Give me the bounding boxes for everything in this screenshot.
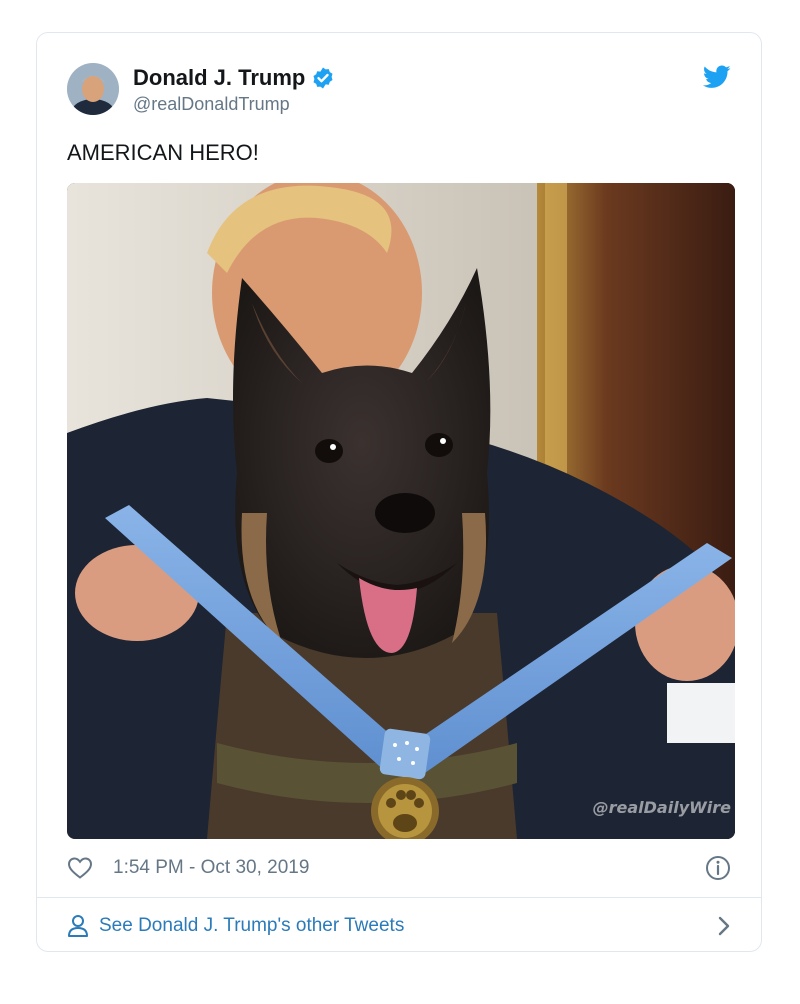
tweet-text: AMERICAN HERO! (67, 140, 259, 165)
media-illustration (67, 183, 735, 839)
verified-badge-icon (313, 67, 333, 89)
person-icon (68, 915, 88, 937)
media-watermark: @realDailyWire (592, 798, 731, 817)
tweet-meta-row: 1:54 PM - Oct 30, 2019 (67, 853, 731, 883)
heart-icon[interactable] (67, 856, 93, 880)
avatar-image (67, 63, 119, 115)
tweet-card: Donald J. Trump @realDonaldTrump AMERICA… (36, 32, 762, 952)
author-name-row: Donald J. Trump (133, 65, 335, 91)
tweet-media-image[interactable]: @realDailyWire (67, 183, 735, 839)
footer-divider (37, 897, 761, 898)
author-handle[interactable]: @realDonaldTrump (133, 93, 335, 115)
chevron-right-icon[interactable] (717, 915, 731, 937)
tweet-header: Donald J. Trump @realDonaldTrump (67, 63, 731, 119)
author-block: Donald J. Trump @realDonaldTrump (133, 65, 335, 115)
tweet-timestamp[interactable]: 1:54 PM - Oct 30, 2019 (113, 857, 309, 879)
see-other-tweets-link[interactable]: See Donald J. Trump's other Tweets (67, 907, 731, 945)
info-icon[interactable] (705, 855, 731, 881)
twitter-bird-icon[interactable] (703, 65, 731, 89)
author-name[interactable]: Donald J. Trump (133, 65, 305, 91)
see-other-tweets-label[interactable]: See Donald J. Trump's other Tweets (99, 915, 404, 937)
author-avatar[interactable] (67, 63, 119, 115)
